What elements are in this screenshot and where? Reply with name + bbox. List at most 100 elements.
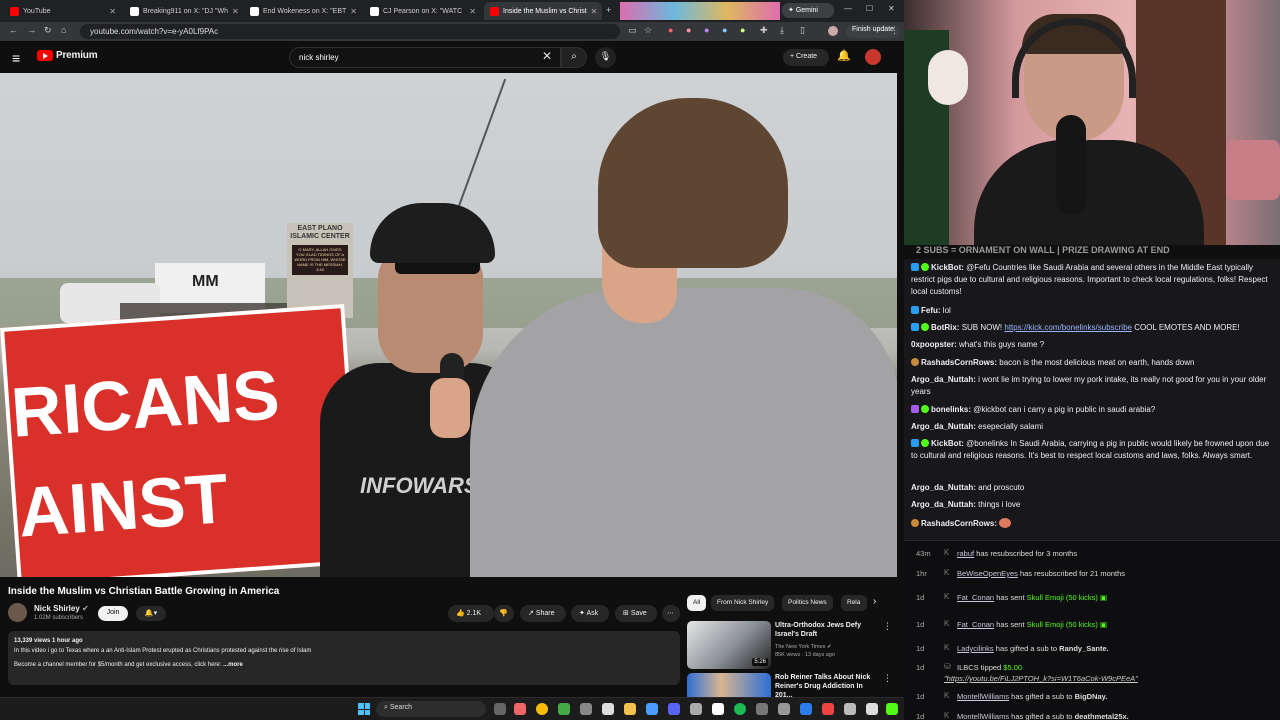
app-icon[interactable] — [514, 703, 526, 715]
chevron-right-icon[interactable]: › — [873, 596, 876, 607]
home-icon[interactable]: ⌂ — [61, 25, 66, 35]
app-icon[interactable] — [844, 703, 856, 715]
chip-politics-news[interactable]: Politics News — [782, 595, 833, 611]
event-username[interactable]: BeWiseOpenEyes — [957, 569, 1018, 578]
task-view-icon[interactable] — [494, 703, 506, 715]
clear-search-icon[interactable]: ✕ — [542, 49, 552, 63]
close-tab-icon[interactable]: ✕ — [109, 7, 116, 16]
voice-search-button[interactable]: 🎙 — [595, 47, 616, 68]
chat-username[interactable]: KickBot: — [931, 439, 964, 448]
extensions-puzzle-icon[interactable]: ✚ — [760, 25, 768, 36]
cast-icon[interactable]: ▭ — [628, 25, 637, 36]
search-button[interactable]: ⌕ — [561, 47, 587, 68]
app-icon[interactable] — [756, 703, 768, 715]
tab-end-wokeness[interactable]: End Wokeness on X: "EBT ✕ — [244, 2, 362, 20]
event-username[interactable]: Fat_Conan — [957, 593, 994, 602]
kick-icon[interactable] — [886, 703, 898, 715]
close-tab-icon[interactable]: ✕ — [350, 7, 357, 16]
create-button[interactable]: + Create — [783, 49, 829, 66]
close-tab-icon[interactable]: ✕ — [469, 7, 476, 16]
chat-username[interactable]: KickBot: — [931, 263, 964, 272]
app-icon[interactable] — [558, 703, 570, 715]
subscription-bell-button[interactable]: 🔔▾ — [136, 606, 166, 621]
extension-icon[interactable]: ● — [722, 25, 727, 35]
steam-icon[interactable] — [646, 703, 658, 715]
bookmark-star-icon[interactable]: ☆ — [644, 25, 652, 36]
chip-from-nick-shirley[interactable]: From Nick Shirley — [711, 595, 775, 611]
chat-username[interactable]: Argo_da_Nuttah: — [911, 483, 976, 492]
chrome-icon[interactable] — [536, 703, 548, 715]
extension-icon[interactable]: ● — [668, 25, 673, 35]
address-bar[interactable]: youtube.com/watch?v=e-yA0Lf9PAc — [80, 24, 620, 39]
chat-username[interactable]: Argo_da_Nuttah: — [911, 375, 976, 384]
new-tab-icon[interactable]: + — [606, 5, 611, 15]
chat-link[interactable]: https://kick.com/bonelinks/subscribe — [1004, 323, 1132, 332]
taskbar-search[interactable]: ⌕ Search — [376, 701, 486, 717]
app-icon[interactable] — [866, 703, 878, 715]
event-username[interactable]: Fat_Conan — [957, 620, 994, 629]
tab-active-video[interactable]: Inside the Muslim vs Christ ✕ — [484, 2, 602, 20]
channel-avatar[interactable] — [8, 603, 27, 622]
event-username[interactable]: rabuf — [957, 549, 974, 558]
profile-avatar[interactable] — [828, 26, 838, 36]
notifications-bell-icon[interactable]: 🔔 — [837, 49, 851, 62]
youtube-premium-logo[interactable]: Premium — [37, 50, 98, 61]
forward-icon[interactable]: → — [27, 25, 36, 35]
video-player[interactable]: MM EAST PLANO ISLAMIC CENTER O MARY, ALL… — [0, 73, 897, 577]
tab-youtube[interactable]: YouTube ✕ — [4, 2, 122, 20]
windows-start-icon[interactable] — [358, 703, 370, 715]
tip-link[interactable]: "https://youtu.be/FiLJ2PTOH_k?si=W1T6aCo… — [944, 674, 1138, 683]
chip-related[interactable]: Rela — [841, 595, 867, 611]
more-actions-button[interactable]: ⋯ — [662, 605, 680, 622]
chat-username[interactable]: BotRix: — [931, 323, 959, 332]
app-icon[interactable] — [712, 703, 724, 715]
account-avatar[interactable] — [865, 49, 881, 65]
app-icon[interactable] — [800, 703, 812, 715]
join-button[interactable]: Join — [98, 606, 128, 621]
close-window-icon[interactable]: ✕ — [888, 4, 895, 13]
app-icon[interactable] — [690, 703, 702, 715]
event-username[interactable]: Ladycilinks — [957, 644, 994, 653]
more-link[interactable]: ...more — [223, 662, 243, 668]
extension-icon[interactable]: ● — [704, 25, 709, 35]
extension-icon[interactable]: ● — [740, 25, 745, 35]
spotify-icon[interactable] — [734, 703, 746, 715]
tab-breaking911[interactable]: Breaking911 on X: "DJ "Wh ✕ — [124, 2, 242, 20]
event-username[interactable]: MontellWilliams — [957, 712, 1009, 720]
downloads-icon[interactable]: ⤓ — [780, 25, 784, 36]
chat-username[interactable]: 0xpoopster: — [911, 340, 957, 349]
back-icon[interactable]: ← — [9, 25, 18, 35]
sidebar-icon[interactable]: ▯ — [800, 25, 805, 36]
description-box[interactable]: 13,339 views 1 hour ago In this video i … — [8, 631, 680, 685]
chat-username[interactable]: Fefu: — [921, 306, 941, 315]
app-icon[interactable] — [602, 703, 614, 715]
recommendation-item[interactable]: Rob Reiner Talks About Nick Reiner's Dru… — [687, 673, 897, 697]
chat-username[interactable]: bonelinks: — [931, 405, 971, 414]
dislike-button[interactable]: 👎 — [494, 605, 514, 622]
app-icon[interactable] — [580, 703, 592, 715]
reload-icon[interactable]: ↻ — [44, 25, 52, 36]
share-button[interactable]: ↗ Share — [520, 605, 566, 622]
file-explorer-icon[interactable] — [624, 703, 636, 715]
discord-icon[interactable] — [668, 703, 680, 715]
chat-username[interactable]: Argo_da_Nuttah: — [911, 500, 976, 509]
gemini-button[interactable]: ✦ Gemini — [782, 3, 834, 18]
close-tab-icon[interactable]: ✕ — [591, 7, 598, 16]
minimize-icon[interactable]: — — [844, 4, 852, 13]
ask-button[interactable]: ✦ Ask — [571, 605, 609, 622]
save-button[interactable]: ⊞ Save — [615, 605, 657, 622]
chat-username[interactable]: RashadsCornRows: — [921, 358, 997, 367]
extension-icon[interactable]: ● — [686, 25, 691, 35]
chip-all[interactable]: All — [687, 595, 707, 611]
channel-name[interactable]: Nick Shirley ✔ — [34, 604, 89, 613]
tab-cj-pearson[interactable]: CJ Pearson on X: "WATC ✕ — [364, 2, 482, 20]
close-tab-icon[interactable]: ✕ — [232, 7, 239, 16]
more-vertical-icon[interactable]: ⋮ — [883, 621, 892, 632]
app-icon[interactable] — [822, 703, 834, 715]
chat-username[interactable]: RashadsCornRows: — [921, 519, 997, 528]
hamburger-menu-icon[interactable]: ≡ — [12, 50, 20, 66]
app-icon[interactable] — [778, 703, 790, 715]
like-button[interactable]: 👍 2.1K — [448, 605, 494, 622]
maximize-icon[interactable]: ☐ — [866, 4, 873, 13]
chat-username[interactable]: Argo_da_Nuttah: — [911, 422, 976, 431]
